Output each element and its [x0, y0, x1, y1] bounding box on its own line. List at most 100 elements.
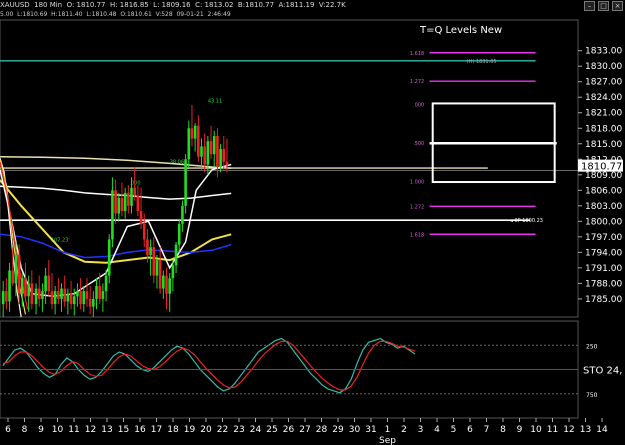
x-tick-label: 11: [547, 425, 558, 435]
candle-body: [197, 125, 200, 157]
candle-body: [76, 291, 79, 297]
candle-body: [133, 187, 136, 196]
y-tick-label: 1800.00: [585, 217, 622, 227]
candle-body: [50, 291, 54, 305]
candle-body: [60, 288, 63, 299]
fib-label: 1.272: [410, 204, 424, 210]
x-tick-label: 6: [5, 425, 11, 435]
candle-body: [5, 291, 8, 302]
candle-body: [85, 291, 89, 299]
candle-body: [155, 260, 159, 276]
y-tick-label: 1794.00: [585, 248, 622, 258]
candle-body: [24, 278, 27, 297]
candle-body: [111, 190, 114, 240]
annotation-label: (H) 1831.05: [467, 59, 497, 65]
candle-body: [82, 291, 86, 305]
x-tick-label: 12: [563, 425, 574, 435]
candle-body: [184, 159, 187, 206]
candle-body: [17, 254, 21, 294]
candle-body: [95, 285, 98, 299]
candle-body: [47, 275, 51, 292]
fib-label: 1.618: [410, 51, 424, 57]
x-tick-label: 8: [500, 425, 506, 435]
x-tick-label: 25: [266, 425, 277, 435]
fib-label: .000: [413, 102, 424, 108]
candle-body: [34, 288, 38, 305]
x-tick-label: 10: [530, 425, 542, 435]
candle-body: [181, 205, 184, 224]
x-tick-label: 29: [332, 425, 344, 435]
y-tick-label: 1824.00: [585, 93, 622, 103]
candle-body: [11, 270, 15, 284]
x-tick-label: 13: [101, 425, 112, 435]
y-tick-label: 1797.00: [585, 233, 622, 243]
candle-body: [130, 187, 133, 206]
candle-body: [200, 146, 203, 157]
y-tick-label: 1830.00: [585, 62, 622, 72]
candle-body: [30, 283, 34, 305]
y-tick-label: 1818.00: [585, 124, 622, 134]
x-tick-label: 7: [484, 425, 490, 435]
x-tick-label: 22: [217, 425, 228, 435]
y-tick-label: 1821.00: [585, 109, 622, 119]
candle-body: [165, 275, 168, 294]
y-tick-label: 1788.00: [585, 279, 622, 289]
candle-body: [127, 192, 130, 206]
candle-body: [117, 198, 121, 214]
y-tick-label: 1785.00: [585, 295, 622, 305]
candle-body: [123, 192, 127, 211]
x-tick-label: 26: [283, 425, 295, 435]
candle-body: [88, 298, 92, 307]
x-tick-label: 9: [517, 425, 523, 435]
candle-body: [120, 198, 124, 211]
fib-label: .500: [413, 141, 424, 147]
candle-body: [44, 275, 47, 292]
x-tick-label: 17: [151, 425, 162, 435]
y-tick-label: 1827.00: [585, 78, 622, 88]
candle-body: [107, 239, 111, 276]
candle-body: [193, 125, 197, 139]
candle-body: [104, 275, 108, 292]
candle-body: [142, 223, 146, 240]
candle-body: [1, 291, 5, 305]
x-tick-label: 18: [167, 425, 179, 435]
candle-body: [216, 136, 219, 168]
chart-title: T=Q Levels New: [419, 25, 502, 36]
candle-body: [152, 247, 156, 276]
x-tick-label: 6: [467, 425, 473, 435]
x-tick-label: 24: [250, 425, 262, 435]
candle-body: [136, 195, 140, 211]
fib-label: 1.618: [410, 232, 424, 238]
candle-body: [162, 275, 165, 289]
chart-window: XAUUSD 180 Min O: 1810.77 H: 1816.85 L: …: [0, 0, 625, 445]
y-tick-label: 1803.00: [585, 202, 622, 212]
x-tick-label: 2: [401, 425, 407, 435]
y-tick-label: 1806.00: [585, 186, 622, 196]
candle-body: [114, 190, 117, 214]
x-tick-label: 30: [349, 425, 361, 435]
candle-body: [146, 239, 149, 255]
candle-body: [101, 291, 105, 299]
candle-body: [27, 283, 30, 297]
x-month-label: Sep: [379, 436, 396, 445]
x-tick-label: 12: [85, 425, 96, 435]
candle-body: [66, 293, 70, 302]
x-tick-label: 9: [38, 425, 44, 435]
y-tick-label: 1833.00: [585, 47, 622, 57]
annotation-label: ◄ 0P 1800.23: [509, 218, 543, 224]
x-tick-label: 31: [365, 425, 376, 435]
x-tick-label: 3: [418, 425, 424, 435]
x-tick-label: 14: [596, 425, 608, 435]
stoch-name: STO 24,: [583, 366, 622, 377]
candle-body: [98, 285, 101, 299]
candle-body: [177, 223, 181, 245]
x-tick-label: 1: [385, 425, 391, 435]
candle-body: [63, 288, 66, 302]
price-chart[interactable]: 1833.001830.001827.001824.001821.001818.…: [0, 0, 625, 445]
candle-body: [72, 296, 76, 305]
candle-body: [8, 270, 11, 302]
candle-body: [203, 146, 206, 165]
candle-body: [53, 291, 57, 305]
candle-body: [212, 136, 216, 155]
candle-body: [168, 278, 171, 294]
